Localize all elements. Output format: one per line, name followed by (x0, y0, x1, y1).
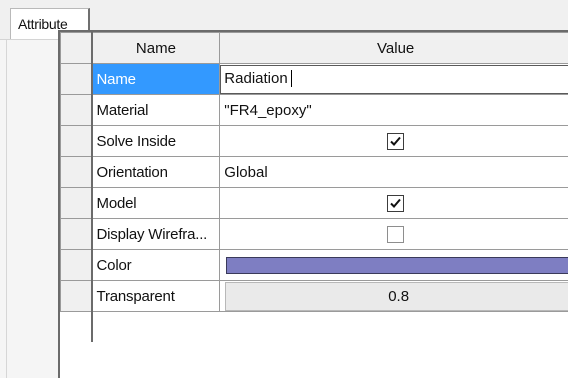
property-value-cell[interactable]: Radiation (219, 63, 568, 95)
table-row: Solve Inside (59, 125, 568, 157)
table-row: Name Radiation (59, 63, 568, 95)
property-name-cell[interactable]: Material (91, 94, 221, 126)
empty-row (60, 311, 568, 342)
property-table: Name Value Name Radiation Material "FR4_… (59, 32, 568, 342)
corner-header (59, 32, 93, 64)
table-row: Orientation Global (59, 156, 568, 188)
table-row: Transparent 0.8 (59, 280, 568, 312)
property-grid: Name Value Name Radiation Material "FR4_… (58, 30, 568, 378)
properties-window: Attribute Name Value Name Radiation Mate… (0, 0, 568, 378)
row-header[interactable] (59, 156, 93, 188)
table-row: Material "FR4_epoxy" (59, 94, 568, 126)
property-value-cell[interactable]: Global (219, 156, 568, 188)
table-row: Display Wirefra... (59, 218, 568, 250)
name-edit-field[interactable]: Radiation (220, 64, 568, 94)
property-name-cell[interactable]: Orientation (91, 156, 221, 188)
property-value-cell[interactable]: 0.8 (219, 280, 568, 312)
row-header[interactable] (59, 94, 93, 126)
name-edit-text: Radiation (224, 69, 288, 87)
header-row: Name Value (59, 32, 568, 64)
property-value-cell[interactable]: "FR4_epoxy" (219, 94, 568, 126)
table-row: Model (59, 187, 568, 219)
property-name-cell[interactable]: Name (91, 63, 221, 95)
empty-cell (91, 311, 220, 342)
model-checkbox[interactable] (387, 194, 405, 212)
property-value-cell[interactable] (219, 218, 568, 250)
color-swatch[interactable] (226, 256, 568, 274)
row-header[interactable] (59, 187, 93, 219)
row-header[interactable] (59, 280, 93, 312)
empty-cell (219, 311, 568, 342)
row-header[interactable] (59, 249, 93, 281)
property-name-cell[interactable]: Transparent (91, 280, 221, 312)
display-wireframe-checkbox[interactable] (387, 225, 405, 243)
table-row: Color (59, 249, 568, 281)
row-header (60, 311, 93, 342)
row-header[interactable] (59, 125, 93, 157)
property-value-cell[interactable] (219, 125, 568, 157)
column-header-value[interactable]: Value (219, 32, 568, 64)
solve-inside-checkbox[interactable] (387, 132, 405, 150)
property-name-cell[interactable]: Display Wirefra... (91, 218, 221, 250)
checkmark-icon (390, 136, 401, 146)
row-header[interactable] (59, 218, 93, 250)
transparency-field[interactable]: 0.8 (225, 281, 568, 311)
property-name-cell[interactable]: Solve Inside (91, 125, 221, 157)
column-header-name[interactable]: Name (91, 32, 221, 64)
text-caret (290, 70, 292, 88)
property-name-cell[interactable]: Color (91, 249, 221, 281)
property-name-cell[interactable]: Model (91, 187, 221, 219)
property-value-cell[interactable] (219, 249, 568, 281)
checkmark-icon (390, 198, 401, 208)
row-header[interactable] (59, 63, 93, 95)
property-value-cell[interactable] (219, 187, 568, 219)
panel-border (6, 40, 7, 378)
